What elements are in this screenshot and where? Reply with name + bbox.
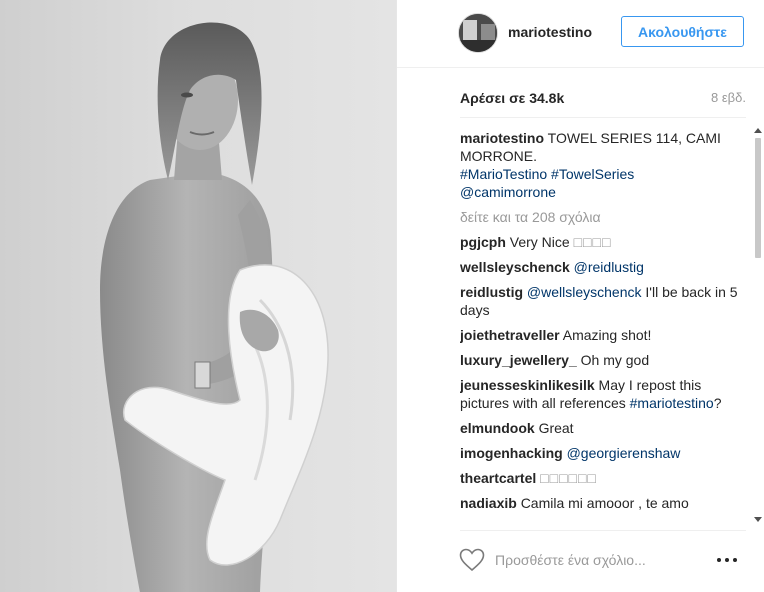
comments-list: mariotestino TOWEL SERIES 114, CAMI MORR… <box>460 129 744 525</box>
footer-divider <box>460 530 746 531</box>
comment-item: luxury_jewellery_ Oh my god <box>460 351 744 369</box>
comment-username[interactable]: nadiaxib <box>460 495 517 511</box>
comment-item: nadiaxib Camila mi amooor , te amo <box>460 494 744 512</box>
post-footer <box>397 530 764 592</box>
comment-username[interactable]: wellsleyschenck <box>460 259 570 275</box>
comment-item: theartcartel □□□□□□ <box>460 469 744 487</box>
comment-text: Camila mi amooor , te amo <box>520 495 689 511</box>
likes-row: Αρέσει σε 34.8k 8 εβδ. <box>460 90 746 110</box>
dot <box>717 558 721 562</box>
caption-username[interactable]: mariotestino <box>460 130 544 146</box>
post-timestamp[interactable]: 8 εβδ. <box>711 90 746 105</box>
emoji-placeholder: □□□□ <box>573 234 612 250</box>
heart-icon-shape <box>459 548 485 572</box>
dot <box>725 558 729 562</box>
avatar[interactable] <box>458 13 498 53</box>
scroll-down-arrow-icon[interactable] <box>754 517 762 522</box>
comment-text: Amazing shot! <box>562 327 652 343</box>
dot <box>733 558 737 562</box>
divider <box>460 117 746 118</box>
comment-username[interactable]: imogenhacking <box>460 445 563 461</box>
mention-link[interactable]: @reidlustig <box>574 259 644 275</box>
photo-illustration <box>100 22 329 592</box>
post-photo[interactable] <box>0 0 396 592</box>
mention-link[interactable]: @camimorrone <box>460 184 556 200</box>
post-details-panel: mariotestino Ακολουθήστε Αρέσει σε 34.8k… <box>396 0 764 592</box>
add-comment-input[interactable] <box>495 549 705 571</box>
comment-item: imogenhacking @georgierenshaw <box>460 444 744 462</box>
follow-button[interactable]: Ακολουθήστε <box>621 16 744 47</box>
comment-text: Very Nice <box>509 234 570 250</box>
comment-item: elmundook Great <box>460 419 744 437</box>
author-username[interactable]: mariotestino <box>508 24 592 40</box>
hashtag-link[interactable]: #mariotestino <box>630 395 714 411</box>
comment-username[interactable]: luxury_jewellery_ <box>460 352 577 368</box>
comment-username[interactable]: reidlustig <box>460 284 523 300</box>
mention-link[interactable]: @georgierenshaw <box>567 445 681 461</box>
scroll-up-arrow-icon[interactable] <box>754 128 762 133</box>
avatar-image <box>459 14 497 52</box>
comment-username[interactable]: elmundook <box>460 420 535 436</box>
more-options-icon[interactable] <box>717 555 747 565</box>
comment-item: jeunesseskinlikesilk May I repost this p… <box>460 376 744 412</box>
comment-text: Great <box>538 420 574 436</box>
caption: mariotestino TOWEL SERIES 114, CAMI MORR… <box>460 129 744 201</box>
scroll-thumb[interactable] <box>755 138 761 258</box>
comment-item: pgjcph Very Nice □□□□ <box>460 233 744 251</box>
comment-username[interactable]: jeunesseskinlikesilk <box>460 377 595 393</box>
comment-username[interactable]: theartcartel <box>460 470 536 486</box>
heart-icon[interactable] <box>459 548 485 572</box>
mention-link[interactable]: @wellsleyschenck <box>527 284 642 300</box>
comment-item: reidlustig @wellsleyschenck I'll be back… <box>460 283 744 319</box>
hashtag-link[interactable]: #MarioTestino <box>460 166 547 182</box>
post-header: mariotestino Ακολουθήστε <box>397 0 764 68</box>
comment-suffix: ? <box>713 395 722 411</box>
comment-username[interactable]: pgjcph <box>460 234 506 250</box>
comments-scrollbar[interactable] <box>753 126 763 524</box>
comment-username[interactable]: joiethetraveller <box>460 327 560 343</box>
emoji-placeholder: □□□□□□ <box>540 470 597 486</box>
hashtag-link[interactable]: #TowelSeries <box>551 166 634 182</box>
likes-count[interactable]: Αρέσει σε 34.8k <box>460 90 564 106</box>
comment-text: Oh my god <box>580 352 650 368</box>
comment-item: wellsleyschenck @reidlustig <box>460 258 744 276</box>
comment-item: joiethetraveller Amazing shot! <box>460 326 744 344</box>
load-more-comments[interactable]: δείτε και τα 208 σχόλια <box>460 208 744 226</box>
